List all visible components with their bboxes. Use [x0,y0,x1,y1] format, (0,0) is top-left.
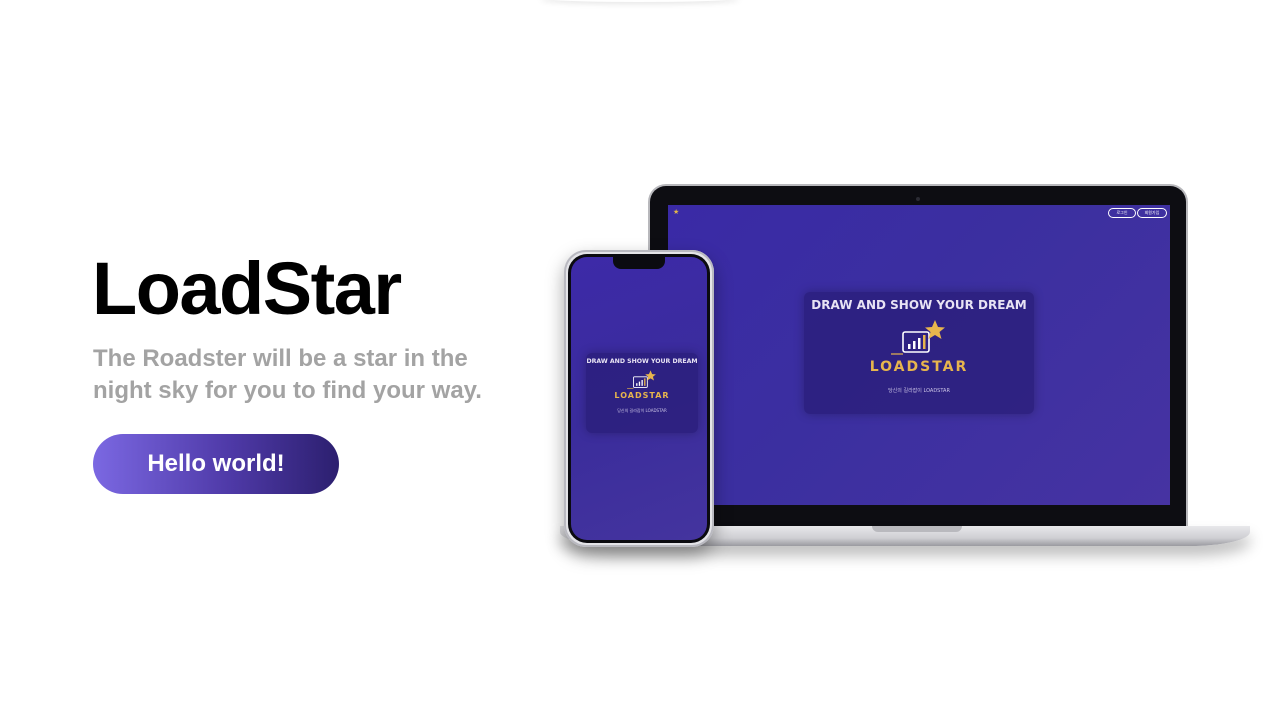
phone-notch [613,257,665,269]
star-chart-logo-icon [626,369,658,391]
mini-logo-icon: ★ [673,209,680,216]
laptop-camera [916,197,920,201]
hero-title: LoadStar [92,247,402,330]
hero-subtitle: The Roadster will be a star in the night… [93,345,482,404]
phone-bezel: DRAW AND SHOW YOUR DREAM LOADSTAR 당신의 길라… [568,254,710,543]
signup-pill: 회원가입 [1137,208,1167,218]
phone-display: DRAW AND SHOW YOUR DREAM LOADSTAR 당신의 길라… [571,257,707,540]
laptop-card-heading: DRAW AND SHOW YOUR DREAM [811,298,1027,312]
laptop-brand-tagline: 당신의 길라잡이 LOADSTAR [888,388,950,394]
laptop-lid: ★ 로그인 회원가입 DRAW AND SHOW YOUR DREAM LOAD… [650,186,1186,526]
laptop-brand-name: LOADSTAR [869,359,969,375]
laptop-screen: ★ 로그인 회원가입 DRAW AND SHOW YOUR DREAM LOAD… [668,205,1170,505]
laptop-splash-card: DRAW AND SHOW YOUR DREAM LOADSTAR 당신의 길라… [804,292,1034,414]
top-edge-shadow [540,0,740,2]
hello-world-button[interactable]: Hello world! [93,434,339,494]
login-pill: 로그인 [1108,208,1136,218]
laptop-opening-notch [872,526,962,532]
phone-mockup: DRAW AND SHOW YOUR DREAM LOADSTAR 당신의 길라… [564,250,714,547]
phone-splash-card: DRAW AND SHOW YOUR DREAM LOADSTAR 당신의 길라… [586,353,698,433]
landing-page: LoadStar The Roadster will be a star in … [0,0,1282,722]
star-chart-logo-icon [889,318,949,358]
phone-brand-tagline: 당신의 길라잡이 LOADSTAR [617,408,667,413]
phone-card-heading: DRAW AND SHOW YOUR DREAM [586,358,698,365]
phone-brand-name: LOADSTAR [614,391,670,400]
